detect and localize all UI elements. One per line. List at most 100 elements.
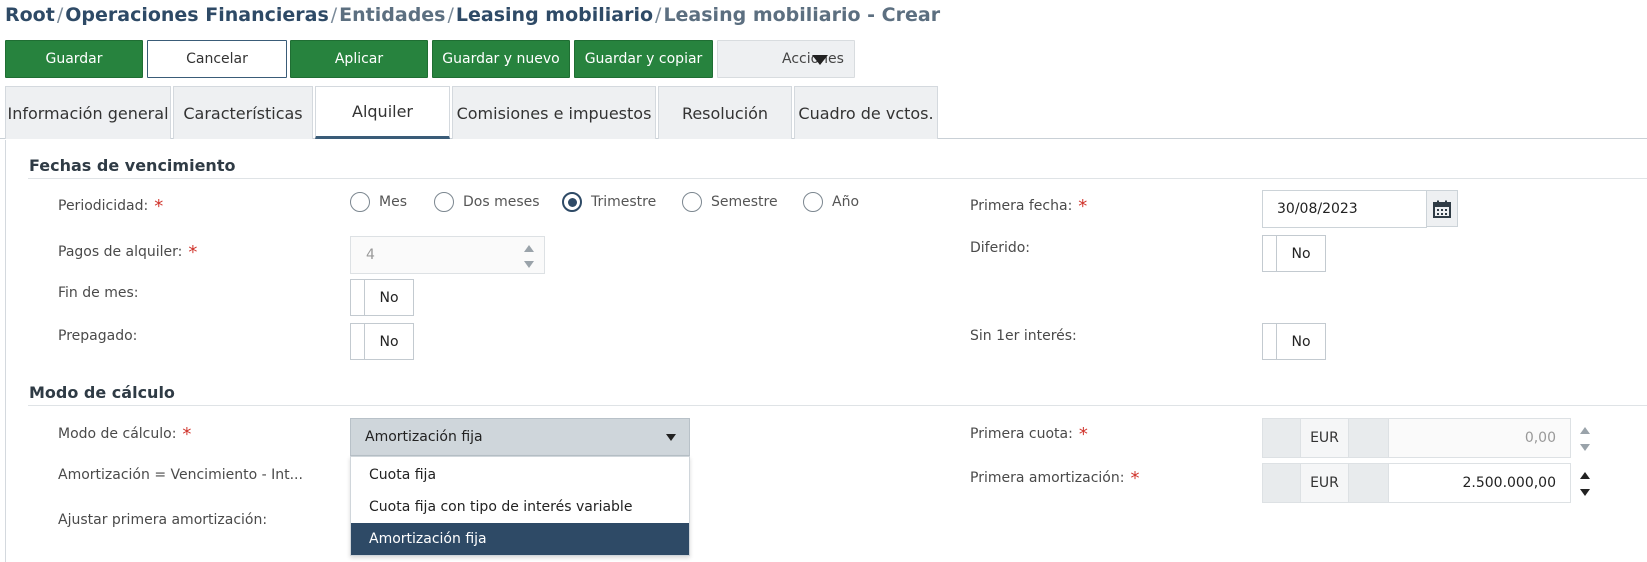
modo-calculo-select[interactable]: Amortización fija [350, 418, 690, 456]
section-title-modo: Modo de cálculo [29, 383, 175, 402]
ajustar-primera-amortizacion-label: Ajustar primera amortización: [58, 512, 268, 528]
periodicidad-label-text: Periodicidad: [58, 198, 149, 214]
radio-circle-icon [682, 192, 702, 212]
breadcrumb-current: Leasing mobiliario - Crear [663, 4, 941, 26]
option-cuota-fija[interactable]: Cuota fija [351, 459, 689, 491]
spin-up-icon[interactable] [1580, 427, 1590, 434]
radio-label-semestre: Semestre [711, 194, 778, 210]
currency-pad [1263, 419, 1301, 457]
radio-ano[interactable]: Año [803, 191, 859, 213]
primera-amortizacion-label: Primera amortización: * [970, 466, 1140, 489]
primera-cuota-label-text: Primera cuota: [970, 426, 1073, 442]
tab-caracteristicas[interactable]: Características [173, 86, 313, 139]
breadcrumb-separator [57, 4, 63, 26]
radio-semestre[interactable]: Semestre [682, 191, 778, 213]
breadcrumb-separator [655, 4, 661, 26]
calendar-button[interactable] [1426, 190, 1458, 227]
section-divider [28, 405, 1647, 406]
radio-circle-icon [350, 192, 370, 212]
fin-de-mes-toggle[interactable]: No [350, 279, 414, 316]
breadcrumb-entidades[interactable]: Entidades [339, 4, 445, 26]
radio-trimestre[interactable]: Trimestre [562, 191, 656, 213]
diferido-label: Diferido: [970, 240, 1031, 256]
modo-calculo-label-text: Modo de cálculo: [58, 426, 177, 442]
option-cuota-fija-variable[interactable]: Cuota fija con tipo de interés variable [351, 491, 689, 523]
currency-pad [1263, 464, 1301, 502]
currency-pad [1349, 464, 1389, 502]
acciones-button[interactable]: Acciones [717, 40, 855, 78]
radio-checked-icon [562, 192, 582, 212]
modo-calculo-label: Modo de cálculo: * [58, 422, 192, 445]
radio-dos-meses[interactable]: Dos meses [434, 191, 540, 213]
primera-fecha-input[interactable]: 30/08/2023 [1262, 190, 1427, 228]
tab-bar: Información general Características Alqu… [0, 86, 1647, 139]
pagos-alquiler-value: 4 [366, 247, 375, 263]
calendar-icon [1433, 200, 1451, 218]
required-mark: * [154, 196, 164, 217]
required-mark: * [1130, 468, 1140, 489]
modo-calculo-dropdown: Cuota fija Cuota fija con tipo de interé… [350, 456, 690, 556]
primera-amortizacion-currency: EUR [1301, 464, 1349, 502]
breadcrumb-separator [331, 4, 337, 26]
diferido-toggle[interactable]: No [1262, 235, 1326, 272]
toggle-knob [1263, 236, 1277, 271]
pagos-alquiler-stepper[interactable]: 4 [350, 236, 545, 274]
fin-de-mes-label: Fin de mes: [58, 285, 139, 301]
breadcrumb-leasing[interactable]: Leasing mobiliario [456, 4, 653, 26]
toggle-knob [351, 324, 365, 359]
spin-up-icon[interactable] [1580, 472, 1590, 479]
currency-pad [1349, 419, 1389, 457]
guardar-y-nuevo-button[interactable]: Guardar y nuevo [432, 40, 570, 78]
primera-cuota-currency: EUR [1301, 419, 1349, 457]
primera-amortizacion-spinner[interactable] [1570, 464, 1602, 504]
tab-cuadro-de-vctos[interactable]: Cuadro de vctos. [794, 86, 938, 139]
required-mark: * [182, 424, 192, 445]
prepagado-value: No [379, 333, 399, 350]
amortizacion-formula-label: Amortización = Vencimiento - Int... [58, 467, 303, 483]
required-mark: * [1078, 424, 1088, 445]
tab-comisiones-e-impuestos[interactable]: Comisiones e impuestos [452, 86, 656, 139]
radio-mes[interactable]: Mes [350, 191, 407, 213]
guardar-y-copiar-button[interactable]: Guardar y copiar [574, 40, 713, 78]
sin-primer-interes-label: Sin 1er interés: [970, 328, 1077, 344]
primera-cuota-field[interactable]: EUR 0,00 [1262, 418, 1590, 458]
toggle-knob [351, 280, 365, 315]
periodicidad-label: Periodicidad: * [58, 194, 164, 217]
cancelar-button[interactable]: Cancelar [147, 40, 287, 78]
breadcrumb-operaciones[interactable]: Operaciones Financieras [65, 4, 329, 26]
primera-cuota-value: 0,00 [1389, 419, 1570, 457]
pagos-alquiler-label: Pagos de alquiler: * [58, 240, 198, 263]
primera-fecha-label-text: Primera fecha: [970, 198, 1073, 214]
spin-up-icon[interactable] [524, 245, 534, 252]
prepagado-label: Prepagado: [58, 328, 138, 344]
spin-down-icon[interactable] [524, 261, 534, 268]
required-mark: * [188, 242, 198, 263]
breadcrumb-root[interactable]: Root [5, 4, 55, 26]
sin-primer-interes-value: No [1291, 333, 1311, 350]
section-divider [28, 178, 1647, 179]
panel-border [5, 140, 6, 562]
primera-amortizacion-value: 2.500.000,00 [1389, 464, 1570, 502]
pagos-alquiler-label-text: Pagos de alquiler: [58, 244, 183, 260]
tab-resolucion[interactable]: Resolución [658, 86, 792, 139]
aplicar-button[interactable]: Aplicar [290, 40, 428, 78]
tab-informacion-general[interactable]: Información general [5, 86, 171, 139]
spin-down-icon[interactable] [1580, 444, 1590, 451]
sin-primer-interes-toggle[interactable]: No [1262, 323, 1326, 360]
breadcrumb: Root Operaciones Financieras Entidades L… [5, 4, 940, 30]
primera-amortizacion-field[interactable]: EUR 2.500.000,00 [1262, 463, 1590, 503]
radio-label-dos-meses: Dos meses [463, 194, 540, 210]
radio-label-ano: Año [832, 194, 860, 210]
primera-fecha-label: Primera fecha: * [970, 194, 1088, 217]
toggle-knob [1263, 324, 1277, 359]
required-mark: * [1078, 196, 1088, 217]
caret-down-icon [812, 55, 828, 65]
tab-alquiler[interactable]: Alquiler [315, 86, 450, 139]
prepagado-toggle[interactable]: No [350, 323, 414, 360]
primera-amortizacion-label-text: Primera amortización: [970, 470, 1125, 486]
spin-down-icon[interactable] [1580, 489, 1590, 496]
primera-cuota-spinner[interactable] [1570, 419, 1602, 459]
option-amortizacion-fija[interactable]: Amortización fija [351, 523, 689, 555]
guardar-button[interactable]: Guardar [5, 40, 143, 78]
caret-down-icon [666, 434, 676, 441]
